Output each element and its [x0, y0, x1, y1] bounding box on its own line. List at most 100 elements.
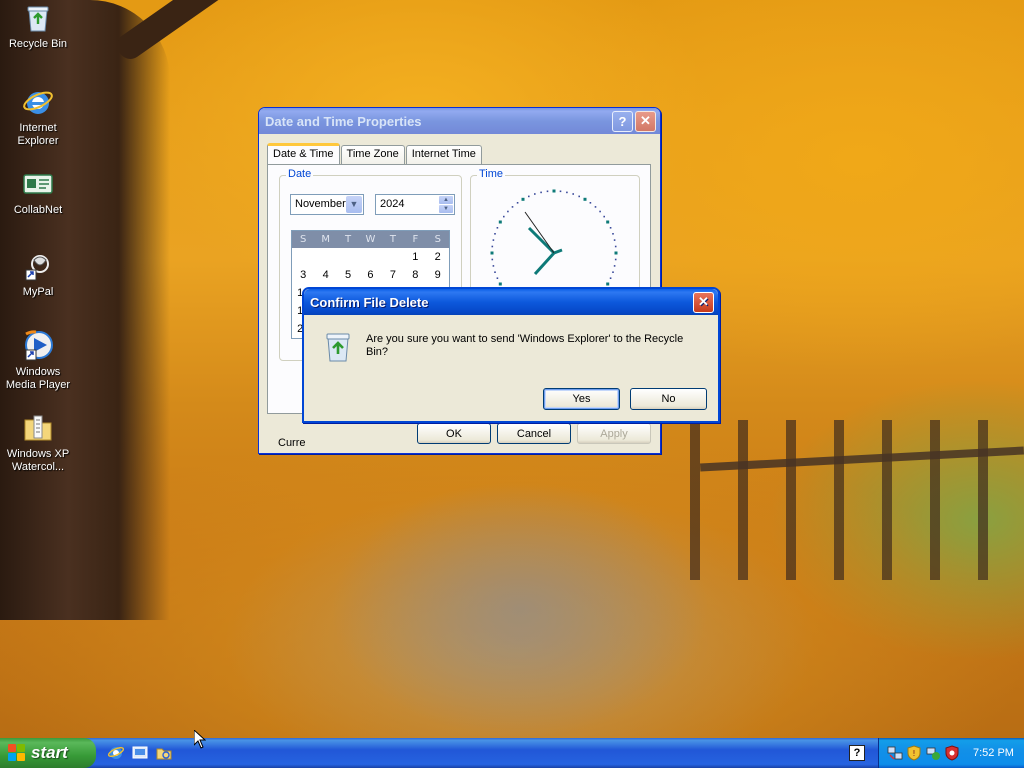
- calendar-weekday: F: [412, 234, 419, 245]
- desktop-icon-internet-explorer[interactable]: Internet Explorer: [0, 86, 76, 148]
- clock-minute-hand: [533, 251, 556, 276]
- chevron-down-icon[interactable]: ▼: [346, 196, 362, 213]
- apply-button[interactable]: Apply: [577, 423, 651, 444]
- calendar-day: [337, 248, 359, 266]
- desktop-icon-mypal[interactable]: MyPal: [0, 250, 76, 299]
- clock-minute-hand-stub: [553, 248, 563, 255]
- internet-explorer-icon: [22, 86, 54, 118]
- help-button[interactable]: ?: [612, 110, 633, 132]
- no-button[interactable]: No: [630, 388, 707, 410]
- calendar-weekday: T: [345, 234, 352, 245]
- calendar-weekday: S: [434, 234, 441, 245]
- clock-minute-mark: [528, 195, 530, 198]
- year-spinner[interactable]: 2024 ▲ ▼: [375, 194, 455, 215]
- network-connection-icon[interactable]: [925, 745, 941, 761]
- month-dropdown[interactable]: November ▼: [290, 194, 364, 215]
- clock-hour-mark: [583, 197, 587, 201]
- mouse-cursor-icon: [193, 728, 207, 752]
- desktop-icon-label: Windows Media Player: [5, 366, 71, 391]
- calendar-week-row: 12: [292, 248, 449, 266]
- desktop-icon-label: CollabNet: [13, 204, 63, 216]
- calendar-day[interactable]: 3: [292, 266, 314, 284]
- wallpaper-tree-branch: [112, 0, 292, 64]
- taskbar-clock[interactable]: 7:52 PM: [973, 747, 1014, 759]
- close-button[interactable]: ✕: [635, 110, 656, 132]
- windows-media-player-icon: [22, 330, 54, 362]
- spin-up-icon[interactable]: ▲: [439, 196, 453, 204]
- clock-minute-mark: [496, 227, 499, 229]
- desktop-icon-label: MyPal: [22, 286, 54, 298]
- calendar-day: [359, 248, 381, 266]
- cancel-button[interactable]: Cancel: [497, 423, 571, 444]
- clock-minute-mark: [516, 202, 519, 204]
- time-legend: Time: [477, 168, 506, 180]
- year-spin-buttons[interactable]: ▲ ▼: [439, 196, 453, 213]
- clock-hour-mark: [606, 282, 610, 286]
- clock-hour-mark: [490, 251, 494, 255]
- explorer-folder-icon[interactable]: [154, 743, 174, 763]
- tab-time-zone[interactable]: Time Zone: [340, 145, 405, 164]
- calendar-week-row: 3456789: [292, 266, 449, 284]
- calendar-day: [382, 248, 404, 266]
- start-label: start: [31, 743, 68, 762]
- yes-button[interactable]: Yes: [543, 388, 620, 410]
- clock-minute-mark: [599, 210, 601, 213]
- clock-minute-mark: [496, 277, 499, 279]
- clock-hour-hand: [527, 226, 556, 255]
- date-legend: Date: [286, 168, 314, 180]
- clock-minute-mark: [609, 277, 612, 279]
- clock-minute-mark: [507, 210, 509, 213]
- desktop-icon-label: Internet Explorer: [17, 122, 59, 147]
- desktop-icon-windows-media-player[interactable]: Windows Media Player: [0, 330, 76, 392]
- close-icon: ✕: [698, 294, 709, 309]
- network-icon[interactable]: [887, 745, 903, 761]
- clock-minute-mark: [603, 215, 605, 218]
- clock-minute-mark: [546, 190, 549, 193]
- calendar-day[interactable]: 6: [359, 266, 381, 284]
- calendar-day[interactable]: 5: [337, 266, 359, 284]
- calendar-day[interactable]: 7: [382, 266, 404, 284]
- clock-hour-mark: [614, 251, 618, 255]
- wallpaper-fence: [690, 420, 1024, 580]
- clock-minute-mark: [511, 206, 514, 208]
- antivirus-icon[interactable]: [944, 745, 960, 761]
- desktop-icon-windows-xp-watercolor[interactable]: Windows XP Watercol...: [0, 412, 76, 474]
- current-time-zone-label: Curre: [278, 437, 306, 449]
- clock-minute-mark: [492, 265, 495, 267]
- calendar-day: [292, 248, 314, 266]
- internet-explorer-icon[interactable]: [106, 743, 126, 763]
- clock-minute-mark: [559, 190, 562, 193]
- windows-logo-icon: [8, 744, 26, 762]
- clock-hour-mark: [606, 220, 610, 224]
- clock-minute-mark: [613, 239, 616, 241]
- clock-minute-mark: [491, 245, 494, 248]
- calendar-day[interactable]: 8: [404, 266, 426, 284]
- desktop-icon-recycle-bin[interactable]: Recycle Bin: [0, 2, 76, 51]
- tab-internet-time[interactable]: Internet Time: [405, 145, 482, 164]
- window-title: Date and Time Properties: [265, 113, 422, 129]
- recycle-bin-icon: [322, 329, 354, 366]
- calendar-day[interactable]: 4: [314, 266, 336, 284]
- date-time-titlebar[interactable]: Date and Time Properties ? ✕: [259, 108, 660, 134]
- calendar-weekday: M: [321, 234, 330, 245]
- year-value: 2024: [380, 198, 405, 210]
- start-button[interactable]: start: [0, 738, 96, 768]
- calendar-day[interactable]: 9: [427, 266, 449, 284]
- close-button[interactable]: ✕: [693, 291, 714, 313]
- clock-hour-mark: [498, 220, 502, 224]
- tab-date-time[interactable]: Date & Time: [267, 143, 340, 164]
- ok-button[interactable]: OK: [417, 423, 491, 444]
- calendar-day[interactable]: 2: [427, 248, 449, 266]
- security-shield-icon[interactable]: !: [906, 745, 922, 761]
- recycle-bin-icon: [22, 2, 54, 34]
- desktop-icon-collabnet[interactable]: CollabNet: [0, 168, 76, 217]
- spin-down-icon[interactable]: ▼: [439, 205, 453, 213]
- help-icon: ?: [618, 113, 627, 129]
- calendar-day[interactable]: 1: [404, 248, 426, 266]
- confirm-file-delete-dialog[interactable]: Confirm File Delete ✕ Are you sure you w…: [302, 287, 720, 423]
- confirm-dialog-titlebar[interactable]: Confirm File Delete ✕: [304, 289, 718, 315]
- help-icon[interactable]: ?: [849, 745, 865, 761]
- clock-minute-mark: [594, 206, 597, 208]
- show-desktop-icon[interactable]: [130, 743, 150, 763]
- calendar-day: [314, 248, 336, 266]
